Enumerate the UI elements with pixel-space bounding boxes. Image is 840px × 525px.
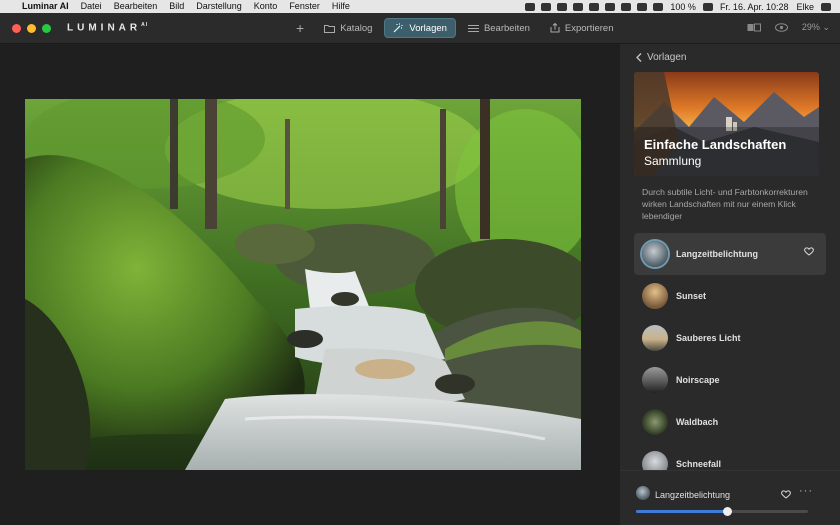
preset-sauberes-licht[interactable]: Sauberes Licht xyxy=(634,317,826,359)
menubar-user[interactable]: Elke xyxy=(792,2,818,12)
telegram-icon[interactable] xyxy=(557,2,568,11)
current-preset-thumbnail xyxy=(636,486,650,500)
fullscreen-window-button[interactable] xyxy=(42,23,51,33)
menu-app-name[interactable]: Luminar AI xyxy=(16,0,75,13)
preset-label: Langzeitbelichtung xyxy=(676,249,758,259)
image-canvas[interactable] xyxy=(0,44,620,525)
preset-label: Sunset xyxy=(676,291,707,301)
chevron-down-icon: ⌄ xyxy=(822,22,830,32)
preset-thumbnail xyxy=(642,325,668,351)
preset-langzeitbelichtung[interactable]: Langzeitbelichtung xyxy=(634,233,826,275)
tab-katalog[interactable]: Katalog xyxy=(316,18,380,38)
collection-description: Durch subtile Licht- und Farbtonkorrektu… xyxy=(642,187,808,221)
collection-title: Einfache Landschaften xyxy=(644,137,787,152)
tab-katalog-label: Katalog xyxy=(340,22,373,34)
templates-panel: Vorlagen Einfache Landschaften Sammlung … xyxy=(620,44,840,525)
menu-bearbeiten[interactable]: Bearbeiten xyxy=(108,0,164,13)
preset-list: Langzeitbelichtung Sunset Sauberes Licht… xyxy=(634,233,826,485)
heart-icon[interactable] xyxy=(804,247,814,256)
status-tray: 100 % Fr. 16. Apr. 10:28 Elke xyxy=(522,2,840,12)
preset-amount-bar: Langzeitbelichtung ··· xyxy=(620,470,840,525)
preset-thumbnail xyxy=(642,283,668,309)
preset-sunset[interactable]: Sunset xyxy=(634,275,826,317)
amount-slider[interactable] xyxy=(636,507,808,516)
eye-tray-icon[interactable] xyxy=(541,2,552,11)
toolbar-right-controls: 29% ⌄ xyxy=(747,22,830,33)
preset-thumbnail xyxy=(642,409,668,435)
tab-bearbeiten-label: Bearbeiten xyxy=(483,22,530,34)
heart-icon[interactable] xyxy=(781,490,791,499)
preset-label: Sauberes Licht xyxy=(676,333,741,343)
preset-label: Noirscape xyxy=(676,375,720,385)
current-preset-name: Langzeitbelichtung xyxy=(655,490,731,500)
battery-icon[interactable] xyxy=(702,2,713,11)
tab-vorlagen-label: Vorlagen xyxy=(409,22,447,34)
export-icon xyxy=(550,23,560,33)
menu-datei[interactable]: Datei xyxy=(75,0,108,13)
dropbox-icon[interactable] xyxy=(525,2,536,11)
menu-darstellung[interactable]: Darstellung xyxy=(190,0,248,13)
preview-eye-icon[interactable] xyxy=(774,23,788,32)
shield-tray-icon[interactable] xyxy=(573,2,584,11)
time-machine-icon[interactable] xyxy=(605,2,616,11)
wifi-icon[interactable] xyxy=(637,2,648,11)
tab-exportieren-label: Exportieren xyxy=(564,22,614,34)
collection-subtitle: Sammlung xyxy=(644,154,702,168)
amount-slider-knob[interactable] xyxy=(723,507,733,516)
folder-icon xyxy=(324,24,336,33)
preset-label: Waldbach xyxy=(676,417,719,427)
compare-view-icon[interactable] xyxy=(747,23,761,32)
chevron-left-icon xyxy=(636,53,642,62)
module-tabs: + Katalog Vorlagen Bearbeiten Exportiere… xyxy=(288,18,621,38)
back-label: Vorlagen xyxy=(647,52,687,63)
edited-photo[interactable] xyxy=(25,99,581,470)
menu-konto[interactable]: Konto xyxy=(248,0,284,13)
luminar-logo: LUMINARAI xyxy=(67,22,149,34)
notification-tray-icon[interactable] xyxy=(589,2,600,11)
preset-noirscape[interactable]: Noirscape xyxy=(634,359,826,401)
system-menubar: Luminar AI Datei Bearbeiten Bild Darstel… xyxy=(0,0,840,13)
menu-bild[interactable]: Bild xyxy=(163,0,190,13)
close-window-button[interactable] xyxy=(12,23,21,33)
app-toolbar: LUMINARAI + Katalog Vorlagen Bearbeiten … xyxy=(0,13,840,44)
tab-exportieren[interactable]: Exportieren xyxy=(542,18,622,38)
more-options-icon[interactable]: ··· xyxy=(799,485,813,497)
minimize-window-button[interactable] xyxy=(27,23,36,33)
preset-thumbnail xyxy=(642,241,668,267)
battery-percent[interactable]: 100 % xyxy=(666,2,700,12)
menu-hilfe[interactable]: Hilfe xyxy=(326,0,356,13)
tab-vorlagen[interactable]: Vorlagen xyxy=(384,18,456,38)
forest-waterfall-image xyxy=(25,99,581,470)
bluetooth-icon[interactable] xyxy=(621,2,632,11)
templates-icon xyxy=(393,23,404,33)
collection-hero: Einfache Landschaften Sammlung xyxy=(634,72,819,176)
control-center-icon[interactable] xyxy=(821,2,831,11)
window-controls xyxy=(0,23,51,33)
preset-label: Schneefall xyxy=(676,459,722,469)
menu-fenster[interactable]: Fenster xyxy=(283,0,326,13)
add-images-button[interactable]: + xyxy=(288,20,312,36)
amount-slider-fill xyxy=(636,510,728,513)
sliders-icon xyxy=(467,24,479,32)
back-to-templates-button[interactable]: Vorlagen xyxy=(636,52,686,63)
zoom-level[interactable]: 29% ⌄ xyxy=(802,22,830,33)
volume-icon[interactable] xyxy=(653,2,664,11)
preset-waldbach[interactable]: Waldbach xyxy=(634,401,826,443)
preset-thumbnail xyxy=(642,367,668,393)
menubar-clock[interactable]: Fr. 16. Apr. 10:28 xyxy=(716,2,793,12)
tab-bearbeiten[interactable]: Bearbeiten xyxy=(460,18,538,38)
